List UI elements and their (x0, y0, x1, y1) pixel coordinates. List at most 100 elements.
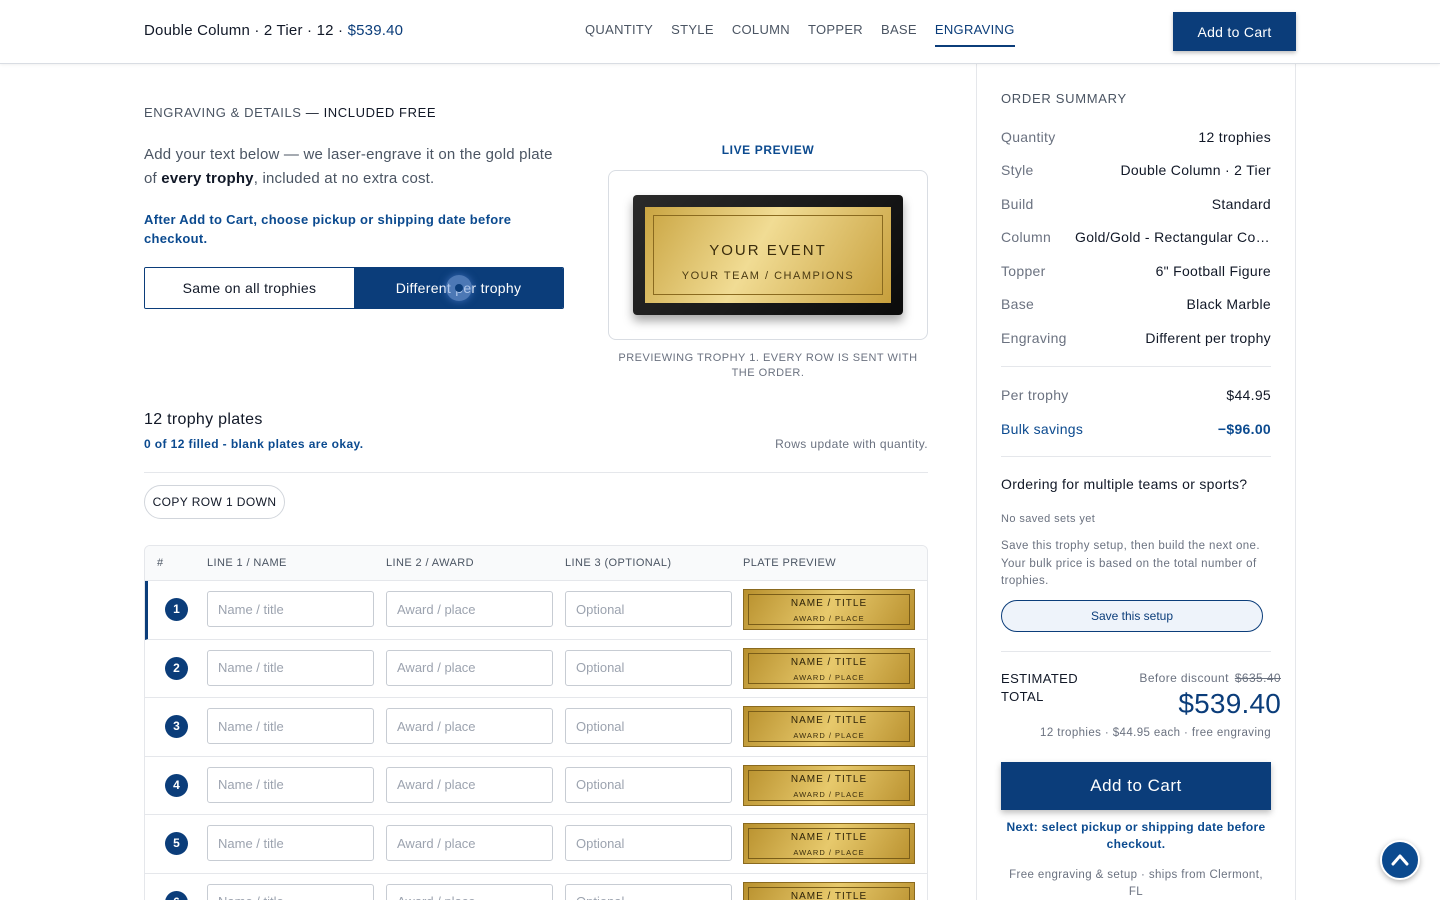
plate-border: YOUR EVENT YOUR TEAM / CHAMPIONS (653, 215, 883, 295)
header-price: $539.40 (347, 22, 404, 39)
plate-preview: NAME / TITLEAWARD / PLACE (743, 706, 915, 747)
line3-input[interactable] (565, 591, 732, 627)
summary-key: Base (1001, 296, 1035, 312)
live-preview-card: YOUR EVENT YOUR TEAM / CHAMPIONS (608, 170, 928, 340)
shipping-note: Free engraving & setup · ships from Cler… (1009, 869, 1263, 898)
nav-topper[interactable]: TOPPER (808, 22, 863, 47)
nav-column[interactable]: COLUMN (732, 22, 790, 47)
col-line1: LINE 1 / NAME (207, 557, 287, 569)
nav-engraving[interactable]: ENGRAVING (934, 22, 1015, 47)
copy-row-down-button[interactable]: COPY ROW 1 DOWN (144, 485, 285, 519)
cursor-indicator (446, 275, 472, 301)
estimated-total-value: $539.40 (1178, 688, 1281, 719)
col-number: # (157, 557, 164, 569)
section-label: ENGRAVING & DETAILS — INCLUDED FREE (144, 105, 436, 120)
summary-key: Column (1001, 229, 1052, 245)
plate-line-1: NAME / TITLE (790, 715, 868, 726)
plate-frame: YOUR EVENT YOUR TEAM / CHAMPIONS (633, 195, 903, 315)
line3-input[interactable] (565, 708, 732, 744)
estimated-total-label: ESTIMATED TOTAL (1001, 671, 1079, 704)
live-preview-label: LIVE PREVIEW (721, 143, 815, 157)
line1-input[interactable] (207, 825, 374, 861)
intro-text: Add your text below — we laser-engrave i… (144, 143, 554, 191)
order-summary: ORDER SUMMARY Quantity 12 trophies Style D… (976, 63, 1296, 900)
line2-input[interactable] (386, 766, 553, 803)
line2-input[interactable] (386, 825, 553, 861)
row-number: 5 (165, 832, 188, 855)
plate-preview: NAME / TITLEAWARD / PLACE (743, 764, 915, 806)
table-row: 1 NAME / TITLE AWARD / PLACE (145, 581, 927, 640)
summary-key: Quantity (1001, 129, 1056, 145)
summary-value: −$96.00 (1217, 421, 1271, 437)
same-on-all-button[interactable]: Same on all trophies (145, 268, 354, 308)
intro-part: , included at no extra cost. (253, 170, 435, 187)
before-discount: Before discount $635.40 (1139, 671, 1281, 685)
summary-value: Double Column · 2 Tier (1120, 162, 1271, 178)
line1-input[interactable] (207, 649, 374, 686)
multi-team-title: Ordering for multiple teams or sports? (1001, 476, 1248, 492)
table-row: 3 NAME / TITLE AWARD / PLACE (145, 698, 927, 757)
col-plate-preview: PLATE PREVIEW (743, 557, 837, 569)
before-discount-value: $635.40 (1234, 671, 1281, 685)
divider (1001, 456, 1271, 457)
nav-base[interactable]: BASE (881, 22, 917, 47)
plate-preview: NAME / TITLE AWARD / PLACE (743, 647, 915, 689)
intro-bold: every trophy (161, 170, 254, 187)
line3-input[interactable] (565, 766, 732, 803)
table-body: 1NAME / TITLEAWARD / PLACE2NAME / TITLEA… (145, 581, 927, 900)
chevron-up-icon (1391, 854, 1409, 866)
plate-border: NAME / TITLEAWARD / PLACE (748, 711, 910, 742)
summary-key: Per trophy (1001, 387, 1069, 403)
line1-input[interactable] (207, 766, 374, 803)
gold-plate: YOUR EVENT YOUR TEAM / CHAMPIONS (645, 207, 891, 303)
line3-input[interactable] (565, 649, 732, 686)
plate-line-1: NAME / TITLE (790, 656, 868, 668)
plates-title: 12 trophy plates (144, 411, 263, 428)
plate-line-2: AWARD / PLACE (793, 614, 865, 623)
summary-key: Bulk savings (1001, 421, 1084, 437)
line1-input[interactable] (207, 883, 374, 900)
line1-input[interactable] (207, 708, 374, 744)
summary-value: 6" Football Figure (1155, 263, 1271, 279)
product-config: Double Column · 2 Tier · 12 · (144, 22, 344, 39)
nav-quantity[interactable]: QUANTITY (585, 22, 653, 47)
line2-input[interactable] (386, 649, 553, 686)
add-to-cart-button[interactable]: Add to Cart (1001, 762, 1271, 810)
rows-note: Rows update with quantity. (775, 437, 928, 451)
next-step-note: Next: select pickup or shipping date bef… (1006, 820, 1266, 851)
table-row: 4 NAME / TITLE AWARD / PLACE (145, 757, 927, 815)
before-discount-label: Before discount (1139, 671, 1229, 685)
scroll-to-top-button[interactable] (1380, 840, 1420, 880)
plate-border: NAME / TITLE AWARD / PLACE (748, 652, 910, 684)
summary-value: 12 trophies (1198, 129, 1271, 145)
summary-key: Build (1001, 196, 1034, 212)
section-label-free: — INCLUDED FREE (301, 105, 437, 120)
plate-line-2: AWARD / PLACE (793, 672, 865, 682)
plate-border: NAME / TITLEAWARD / PLACE (748, 886, 910, 900)
line2-input[interactable] (386, 708, 553, 744)
total-breakdown: 12 trophies · $44.95 each · free engravi… (1040, 727, 1271, 739)
summary-value: Black Marble (1186, 296, 1271, 312)
line3-input[interactable] (565, 883, 732, 900)
product-title: Double Column · 2 Tier · 12 · $539.40 (144, 22, 403, 39)
line2-input[interactable] (386, 883, 553, 900)
line2-input[interactable] (386, 591, 553, 627)
plate-border: NAME / TITLEAWARD / PLACE (748, 828, 910, 859)
nav-style[interactable]: STYLE (671, 22, 714, 47)
row-number: 1 (165, 598, 188, 621)
plate-border: NAME / TITLEAWARD / PLACE (748, 594, 910, 625)
summary-heading: ORDER SUMMARY (1001, 91, 1127, 106)
summary-key: Topper (1001, 263, 1046, 279)
header-add-to-cart-button[interactable]: Add to Cart (1173, 12, 1296, 51)
preview-line-2: YOUR TEAM / CHAMPIONS (681, 270, 855, 282)
summary-key: Style (1001, 162, 1034, 178)
line3-input[interactable] (565, 825, 732, 861)
saved-sets-status: No saved sets yet (1001, 513, 1096, 525)
save-setup-button[interactable]: Save this setup (1001, 600, 1263, 632)
plate-preview: NAME / TITLEAWARD / PLACE (743, 881, 915, 900)
table-row: 2 NAME / TITLE AWARD / PLACE (145, 640, 927, 698)
divider (1001, 651, 1271, 652)
line1-input[interactable] (207, 591, 374, 627)
summary-value: Gold/Gold - Rectangular Column (1075, 229, 1271, 245)
engraving-mode-toggle: Same on all trophies Different per troph… (144, 267, 564, 309)
